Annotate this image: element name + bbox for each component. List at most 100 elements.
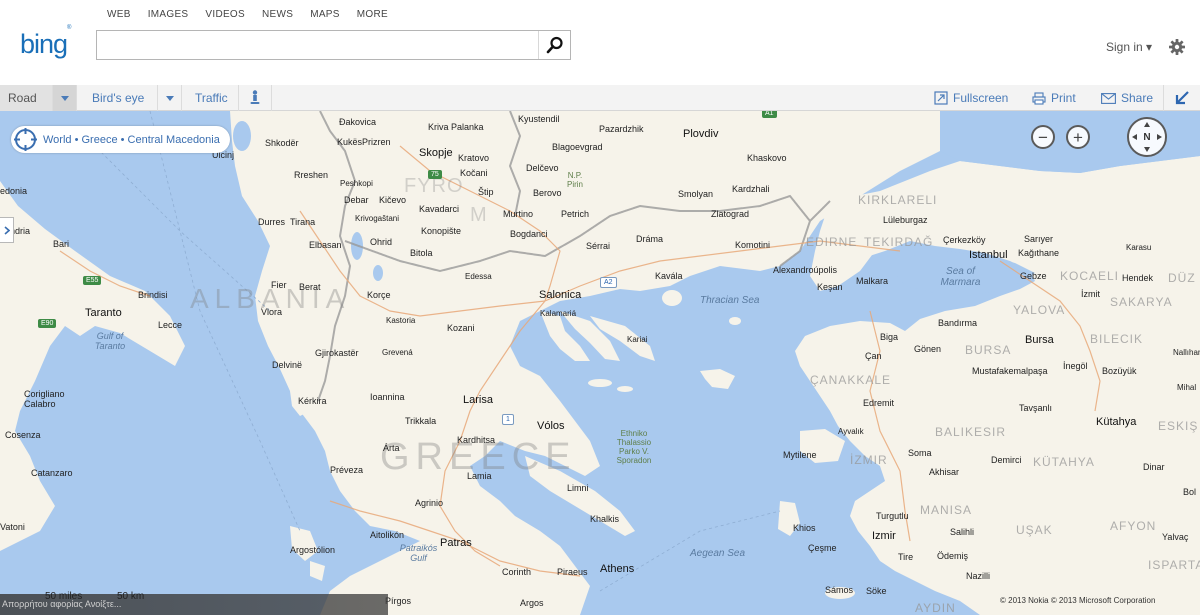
city-label: Limni: [567, 483, 589, 493]
city-label: Kastoria: [386, 316, 416, 325]
settings-button[interactable]: [1168, 38, 1186, 56]
city-label: Hendek: [1122, 273, 1154, 283]
sign-in-link[interactable]: Sign in ▾: [1106, 40, 1152, 54]
region-label: AYDIN: [915, 601, 956, 615]
city-label: Blagoevgrad: [552, 142, 603, 152]
search-button[interactable]: [538, 31, 570, 59]
region-label: UŞAK: [1016, 523, 1053, 537]
region-label: MANISA: [920, 503, 973, 517]
chevron-down-icon: [165, 95, 174, 101]
city-label: Árta: [383, 443, 400, 453]
city-label: Štip: [478, 187, 494, 197]
zoom-in-button[interactable]: +: [1066, 125, 1090, 149]
city-label: Turgutlu: [876, 511, 909, 521]
city-label: Corinth: [502, 567, 532, 577]
compass-control[interactable]: N: [1127, 117, 1167, 157]
city-label: Larisa: [463, 394, 493, 406]
city-label: Vólos: [537, 420, 565, 432]
city-label: Bogdanci: [510, 229, 548, 239]
city-label: Lecce: [158, 320, 183, 330]
city-label: Pírgos: [385, 596, 412, 606]
city-label: Istanbul: [969, 249, 1008, 261]
birds-eye-dropdown-button[interactable]: [158, 85, 182, 111]
city-label: Fier: [271, 280, 287, 290]
city-label: Akhisar: [929, 467, 960, 477]
city-label: Mytilene: [783, 450, 817, 460]
park-label: Ethniko Thalassio Parko V. Sporadon: [616, 429, 652, 465]
city-label: edonia: [0, 186, 28, 196]
park-label: N.P. Pirin: [566, 171, 583, 189]
road-dropdown-button[interactable]: [53, 85, 77, 111]
city-label: Edessa: [465, 272, 492, 281]
collapse-panel-button[interactable]: [1163, 85, 1200, 111]
city-label: Kağıthane: [1018, 248, 1060, 258]
region-label: KIRKLARELI: [858, 193, 938, 207]
breadcrumb-text: World • Greece • Central Macedonia: [43, 133, 220, 146]
trademark-mark: ®: [67, 25, 72, 31]
city-label: Tire: [898, 552, 914, 562]
expand-side-panel-button[interactable]: [0, 217, 14, 243]
scale-km: 50 km: [117, 591, 145, 602]
compass-north-label: N: [1143, 131, 1151, 143]
search-box: [96, 30, 571, 60]
city-label: Vatoni: [0, 522, 25, 532]
city-label: Plovdiv: [683, 128, 719, 140]
nav-more[interactable]: MORE: [357, 9, 388, 20]
city-label: Préveza: [330, 465, 364, 475]
arrow-down-left-icon: [1175, 91, 1189, 105]
minus-icon: −: [1038, 127, 1048, 147]
nav-web[interactable]: WEB: [107, 9, 131, 20]
zoom-out-button[interactable]: −: [1031, 125, 1055, 149]
road-shield: A2: [600, 277, 617, 288]
region-label: BURSA: [965, 343, 1012, 357]
city-label: Gönen: [914, 344, 942, 354]
city-label: Çerkezköy: [943, 235, 986, 245]
sea-label-aegean: Aegean Sea: [690, 548, 746, 559]
city-label: Argostólion: [290, 545, 336, 555]
nav-maps[interactable]: MAPS: [310, 9, 340, 20]
city-label: Konopište: [421, 226, 462, 236]
city-label: Durres: [258, 217, 286, 227]
region-label: ÇANAKKALE: [810, 373, 892, 387]
city-label: Athens: [600, 563, 635, 575]
birds-eye-button[interactable]: Bird's eye: [77, 85, 158, 111]
city-label: Kavadarci: [419, 204, 460, 214]
nav-videos[interactable]: VIDEOS: [205, 9, 245, 20]
city-label: Bitola: [410, 248, 433, 258]
city-label: Mihal: [1177, 383, 1197, 392]
city-label: Pazardzhik: [599, 124, 644, 134]
city-label: Elbasan: [309, 240, 342, 250]
map-canvas[interactable]: ALBANIA GREECE Thracian Sea Aegean Sea S…: [0, 111, 1200, 615]
traffic-button[interactable]: Traffic: [182, 85, 239, 111]
nav-news[interactable]: NEWS: [262, 9, 293, 20]
plus-icon: +: [1073, 127, 1083, 147]
locate-icon: [14, 128, 37, 151]
city-label: Kütahya: [1096, 416, 1137, 428]
scale-miles: 50 miles: [45, 591, 83, 602]
bing-logo[interactable]: bing®: [20, 25, 72, 60]
city-label: Komotini: [735, 240, 771, 250]
print-button[interactable]: Print: [1032, 85, 1076, 111]
region-label: AFYON: [1110, 519, 1157, 533]
city-label: Kozani: [447, 323, 475, 333]
city-label: Kariai: [627, 335, 648, 344]
city-label: Kérkira: [298, 396, 327, 406]
road-view-button[interactable]: Road: [0, 85, 53, 111]
nav-images[interactable]: IMAGES: [148, 9, 189, 20]
region-label: KOCAELI: [1060, 269, 1120, 283]
fullscreen-button[interactable]: Fullscreen: [934, 85, 1008, 111]
city-label: Skopje: [419, 147, 453, 159]
sea-label-thracian: Thracian Sea: [700, 295, 760, 306]
location-breadcrumb[interactable]: World • Greece • Central Macedonia: [11, 126, 230, 153]
share-button[interactable]: Share: [1101, 85, 1153, 111]
region-label: BALIKESIR: [935, 425, 1007, 439]
search-input[interactable]: [103, 35, 533, 55]
city-label: Demirci: [991, 455, 1022, 465]
printer-icon: [1032, 91, 1046, 105]
city-label: Sérrai: [586, 241, 611, 251]
city-label: Kardhitsa: [457, 435, 496, 445]
city-label: Gebze: [1020, 271, 1047, 281]
chevron-down-icon: [60, 95, 69, 101]
sea-label-patraikos: Patraikós Gulf: [399, 543, 438, 563]
streetside-button[interactable]: [239, 85, 272, 111]
